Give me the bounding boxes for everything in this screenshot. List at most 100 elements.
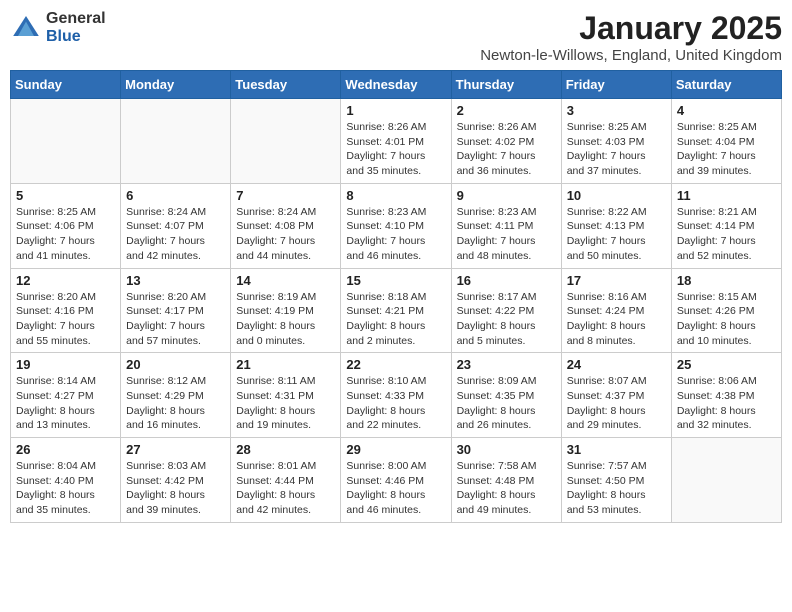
header-tuesday: Tuesday	[231, 71, 341, 99]
day-number: 9	[457, 188, 556, 203]
calendar-cell: 30 Sunrise: 7:58 AM Sunset: 4:48 PM Dayli…	[451, 438, 561, 523]
calendar-cell: 9 Sunrise: 8:23 AM Sunset: 4:11 PM Daylig…	[451, 183, 561, 268]
calendar-cell: 22 Sunrise: 8:10 AM Sunset: 4:33 PM Dayli…	[341, 353, 451, 438]
day-number: 5	[16, 188, 115, 203]
day-info: Sunrise: 8:04 AM Sunset: 4:40 PM Dayligh…	[16, 459, 115, 518]
calendar-cell: 24Sunrise: 8:07 AM Sunset: 4:37 PM Dayli…	[561, 353, 671, 438]
header-monday: Monday	[121, 71, 231, 99]
day-info: Sunrise: 8:23 AM Sunset: 4:10 PM Dayligh…	[346, 205, 445, 264]
calendar-cell: 2 Sunrise: 8:26 AM Sunset: 4:02 PM Daylig…	[451, 99, 561, 184]
day-number: 30	[457, 442, 556, 457]
day-number: 12	[16, 273, 115, 288]
calendar-cell	[231, 99, 341, 184]
calendar-week-5: 26 Sunrise: 8:04 AM Sunset: 4:40 PM Dayli…	[11, 438, 782, 523]
calendar-table: SundayMondayTuesdayWednesdayThursdayFrid…	[10, 70, 782, 523]
logo-general: General	[46, 10, 106, 28]
day-info: Sunrise: 8:24 AM Sunset: 4:08 PM Dayligh…	[236, 205, 335, 264]
calendar-title: January 2025	[480, 10, 782, 47]
day-number: 17	[567, 273, 666, 288]
calendar-cell: 21 Sunrise: 8:11 AM Sunset: 4:31 PM Dayli…	[231, 353, 341, 438]
day-number: 16	[457, 273, 556, 288]
day-number: 6	[126, 188, 225, 203]
logo-blue: Blue	[46, 28, 106, 46]
day-info: Sunrise: 8:16 AM Sunset: 4:24 PM Dayligh…	[567, 290, 666, 349]
calendar-cell: 20 Sunrise: 8:12 AM Sunset: 4:29 PM Dayli…	[121, 353, 231, 438]
title-block: January 2025 Newton-le-Willows, England,…	[480, 10, 782, 64]
day-number: 1	[346, 103, 445, 118]
calendar-week-1: 1 Sunrise: 8:26 AM Sunset: 4:01 PM Daylig…	[11, 99, 782, 184]
day-number: 7	[236, 188, 335, 203]
calendar-week-3: 12 Sunrise: 8:20 AM Sunset: 4:16 PM Dayli…	[11, 268, 782, 353]
day-number: 10	[567, 188, 666, 203]
day-info: Sunrise: 8:18 AM Sunset: 4:21 PM Dayligh…	[346, 290, 445, 349]
calendar-cell	[11, 99, 121, 184]
day-info: Sunrise: 8:03 AM Sunset: 4:42 PM Dayligh…	[126, 459, 225, 518]
calendar-cell: 10Sunrise: 8:22 AM Sunset: 4:13 PM Dayli…	[561, 183, 671, 268]
day-info: Sunrise: 8:10 AM Sunset: 4:33 PM Dayligh…	[346, 374, 445, 433]
calendar-cell: 31 Sunrise: 7:57 AM Sunset: 4:50 PM Dayli…	[561, 438, 671, 523]
day-number: 31	[567, 442, 666, 457]
day-info: Sunrise: 8:20 AM Sunset: 4:17 PM Dayligh…	[126, 290, 225, 349]
calendar-cell: 17 Sunrise: 8:16 AM Sunset: 4:24 PM Dayli…	[561, 268, 671, 353]
calendar-cell: 5 Sunrise: 8:25 AM Sunset: 4:06 PM Daylig…	[11, 183, 121, 268]
calendar-cell: 15 Sunrise: 8:18 AM Sunset: 4:21 PM Dayli…	[341, 268, 451, 353]
day-number: 2	[457, 103, 556, 118]
calendar-cell: 3Sunrise: 8:25 AM Sunset: 4:03 PM Daylig…	[561, 99, 671, 184]
calendar-cell: 28Sunrise: 8:01 AM Sunset: 4:44 PM Dayli…	[231, 438, 341, 523]
day-number: 20	[126, 357, 225, 372]
day-info: Sunrise: 8:23 AM Sunset: 4:11 PM Dayligh…	[457, 205, 556, 264]
page-header: General Blue January 2025 Newton-le-Will…	[10, 10, 782, 64]
calendar-cell	[671, 438, 781, 523]
logo-icon	[10, 12, 42, 44]
day-number: 4	[677, 103, 776, 118]
day-info: Sunrise: 8:00 AM Sunset: 4:46 PM Dayligh…	[346, 459, 445, 518]
day-number: 11	[677, 188, 776, 203]
calendar-cell: 11 Sunrise: 8:21 AM Sunset: 4:14 PM Dayli…	[671, 183, 781, 268]
day-number: 22	[346, 357, 445, 372]
day-info: Sunrise: 8:20 AM Sunset: 4:16 PM Dayligh…	[16, 290, 115, 349]
day-number: 15	[346, 273, 445, 288]
day-info: Sunrise: 8:21 AM Sunset: 4:14 PM Dayligh…	[677, 205, 776, 264]
day-info: Sunrise: 7:57 AM Sunset: 4:50 PM Dayligh…	[567, 459, 666, 518]
calendar-cell: 6Sunrise: 8:24 AM Sunset: 4:07 PM Daylig…	[121, 183, 231, 268]
day-number: 28	[236, 442, 335, 457]
calendar-cell: 7 Sunrise: 8:24 AM Sunset: 4:08 PM Daylig…	[231, 183, 341, 268]
day-number: 21	[236, 357, 335, 372]
calendar-body: 1 Sunrise: 8:26 AM Sunset: 4:01 PM Daylig…	[11, 99, 782, 523]
header-saturday: Saturday	[671, 71, 781, 99]
day-info: Sunrise: 8:14 AM Sunset: 4:27 PM Dayligh…	[16, 374, 115, 433]
day-number: 26	[16, 442, 115, 457]
calendar-cell: 8 Sunrise: 8:23 AM Sunset: 4:10 PM Daylig…	[341, 183, 451, 268]
day-number: 23	[457, 357, 556, 372]
day-info: Sunrise: 8:25 AM Sunset: 4:03 PM Dayligh…	[567, 120, 666, 179]
calendar-cell: 27 Sunrise: 8:03 AM Sunset: 4:42 PM Dayli…	[121, 438, 231, 523]
header-row: SundayMondayTuesdayWednesdayThursdayFrid…	[11, 71, 782, 99]
day-number: 8	[346, 188, 445, 203]
day-info: Sunrise: 8:25 AM Sunset: 4:04 PM Dayligh…	[677, 120, 776, 179]
logo-text: General Blue	[46, 10, 106, 45]
day-info: Sunrise: 8:07 AM Sunset: 4:37 PM Dayligh…	[567, 374, 666, 433]
day-info: Sunrise: 8:11 AM Sunset: 4:31 PM Dayligh…	[236, 374, 335, 433]
day-info: Sunrise: 8:09 AM Sunset: 4:35 PM Dayligh…	[457, 374, 556, 433]
day-info: Sunrise: 8:06 AM Sunset: 4:38 PM Dayligh…	[677, 374, 776, 433]
logo: General Blue	[10, 10, 106, 45]
day-info: Sunrise: 8:15 AM Sunset: 4:26 PM Dayligh…	[677, 290, 776, 349]
day-info: Sunrise: 8:26 AM Sunset: 4:02 PM Dayligh…	[457, 120, 556, 179]
header-friday: Friday	[561, 71, 671, 99]
calendar-cell: 29Sunrise: 8:00 AM Sunset: 4:46 PM Dayli…	[341, 438, 451, 523]
calendar-cell: 18Sunrise: 8:15 AM Sunset: 4:26 PM Dayli…	[671, 268, 781, 353]
header-thursday: Thursday	[451, 71, 561, 99]
day-info: Sunrise: 8:12 AM Sunset: 4:29 PM Dayligh…	[126, 374, 225, 433]
calendar-week-4: 19Sunrise: 8:14 AM Sunset: 4:27 PM Dayli…	[11, 353, 782, 438]
day-number: 25	[677, 357, 776, 372]
day-info: Sunrise: 7:58 AM Sunset: 4:48 PM Dayligh…	[457, 459, 556, 518]
calendar-subtitle: Newton-le-Willows, England, United Kingd…	[480, 47, 782, 64]
day-info: Sunrise: 8:25 AM Sunset: 4:06 PM Dayligh…	[16, 205, 115, 264]
day-number: 27	[126, 442, 225, 457]
calendar-cell: 26 Sunrise: 8:04 AM Sunset: 4:40 PM Dayli…	[11, 438, 121, 523]
day-info: Sunrise: 8:26 AM Sunset: 4:01 PM Dayligh…	[346, 120, 445, 179]
calendar-cell: 23 Sunrise: 8:09 AM Sunset: 4:35 PM Dayli…	[451, 353, 561, 438]
calendar-header: SundayMondayTuesdayWednesdayThursdayFrid…	[11, 71, 782, 99]
calendar-cell: 1 Sunrise: 8:26 AM Sunset: 4:01 PM Daylig…	[341, 99, 451, 184]
day-number: 13	[126, 273, 225, 288]
